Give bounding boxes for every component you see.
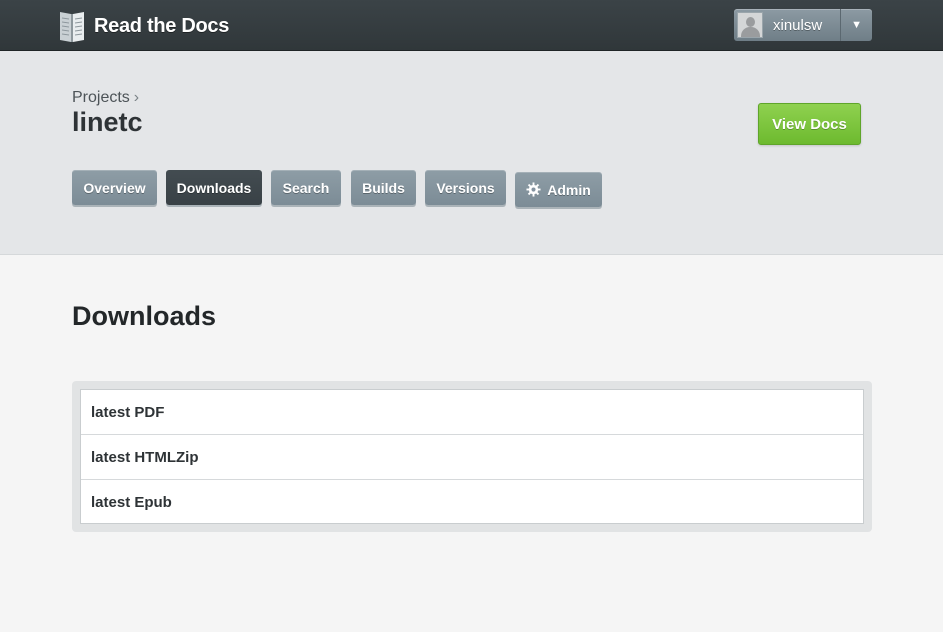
- tab-label: Downloads: [176, 179, 252, 196]
- downloads-list: latest PDF latest HTMLZip latest Epub: [80, 389, 864, 524]
- top-navbar: Read the Docs xinulsw ▼: [0, 0, 943, 51]
- avatar-body-icon: [741, 27, 760, 37]
- tab-versions[interactable]: Versions: [425, 170, 506, 205]
- avatar: [737, 12, 763, 38]
- tab-label: Overview: [83, 179, 146, 196]
- downloads-panel: latest PDF latest HTMLZip latest Epub: [72, 381, 872, 532]
- download-item-epub[interactable]: latest Epub: [81, 480, 863, 525]
- download-label: latest PDF: [91, 403, 165, 421]
- logo-text: Read the Docs: [94, 14, 230, 37]
- download-label: latest HTMLZip: [91, 448, 199, 466]
- tab-overview[interactable]: Overview: [72, 170, 157, 205]
- breadcrumb: Projects ›: [72, 89, 139, 107]
- user-dropdown-button[interactable]: ▼: [840, 9, 872, 41]
- tab-downloads[interactable]: Downloads: [166, 170, 262, 205]
- breadcrumb-projects-link[interactable]: Projects: [72, 89, 130, 106]
- tab-builds[interactable]: Builds: [351, 170, 416, 205]
- username: xinulsw: [773, 16, 823, 34]
- download-item-htmlzip[interactable]: latest HTMLZip: [81, 435, 863, 480]
- tab-admin[interactable]: Admin: [515, 172, 602, 207]
- breadcrumb-separator: ›: [133, 89, 140, 106]
- project-header: Projects › linetc View Docs Overview Down…: [0, 51, 943, 255]
- tab-label: Search: [282, 179, 330, 196]
- site-logo[interactable]: Read the Docs: [58, 9, 229, 43]
- caret-down-icon: ▼: [851, 19, 863, 31]
- tab-search[interactable]: Search: [271, 170, 341, 205]
- download-item-pdf[interactable]: latest PDF: [81, 390, 863, 435]
- view-docs-button[interactable]: View Docs: [758, 103, 861, 145]
- downloads-heading: Downloads: [72, 301, 217, 331]
- project-title: linetc: [72, 107, 143, 137]
- tab-label: Versions: [436, 179, 495, 196]
- tab-label: Builds: [362, 179, 405, 196]
- user-menu: xinulsw ▼: [734, 9, 872, 41]
- book-icon: [58, 9, 88, 43]
- tab-label: Admin: [547, 181, 591, 198]
- gear-icon: [526, 182, 541, 197]
- user-profile-button[interactable]: xinulsw: [734, 9, 840, 41]
- download-label: latest Epub: [91, 494, 172, 511]
- avatar-head-icon: [746, 17, 755, 27]
